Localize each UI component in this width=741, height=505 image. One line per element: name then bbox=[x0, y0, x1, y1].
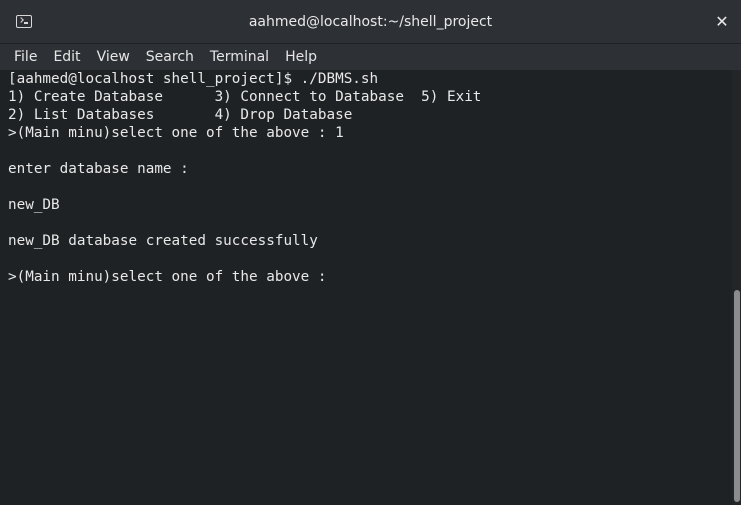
terminal-output[interactable]: [aahmed@localhost shell_project]$ ./DBMS… bbox=[0, 70, 732, 505]
menu-item-view[interactable]: View bbox=[89, 47, 138, 67]
menu-item-file[interactable]: File bbox=[6, 47, 45, 67]
terminal-line-prompt-2: >(Main minu)select one of the above : bbox=[8, 269, 327, 285]
menu-item-search[interactable]: Search bbox=[138, 47, 202, 67]
menu-item-help[interactable]: Help bbox=[277, 47, 325, 67]
title-bar[interactable]: aahmed@localhost:~/shell_project ✕ bbox=[0, 0, 741, 44]
terminal-line-db-name: new_DB bbox=[8, 197, 60, 213]
close-button[interactable]: ✕ bbox=[712, 12, 732, 32]
terminal-line-enter-name: enter database name : bbox=[8, 161, 189, 177]
terminal-line-command: [aahmed@localhost shell_project]$ ./DBMS… bbox=[8, 71, 379, 87]
scrollbar-thumb[interactable] bbox=[734, 290, 740, 502]
window-title: aahmed@localhost:~/shell_project bbox=[248, 14, 493, 30]
terminal-line-menu-1: 1) Create Database 3) Connect to Databas… bbox=[8, 89, 482, 105]
menu-item-edit[interactable]: Edit bbox=[45, 47, 88, 67]
vertical-scrollbar[interactable] bbox=[732, 70, 741, 505]
terminal-line-menu-2: 2) List Databases 4) Drop Database bbox=[8, 107, 353, 123]
terminal-window: aahmed@localhost:~/shell_project ✕ File … bbox=[0, 0, 741, 505]
menu-bar: File Edit View Search Terminal Help bbox=[0, 44, 741, 70]
terminal-line-success: new_DB database created successfully bbox=[8, 233, 318, 249]
menu-item-terminal[interactable]: Terminal bbox=[202, 47, 277, 67]
terminal-line-prompt-1: >(Main minu)select one of the above : 1 bbox=[8, 125, 344, 141]
